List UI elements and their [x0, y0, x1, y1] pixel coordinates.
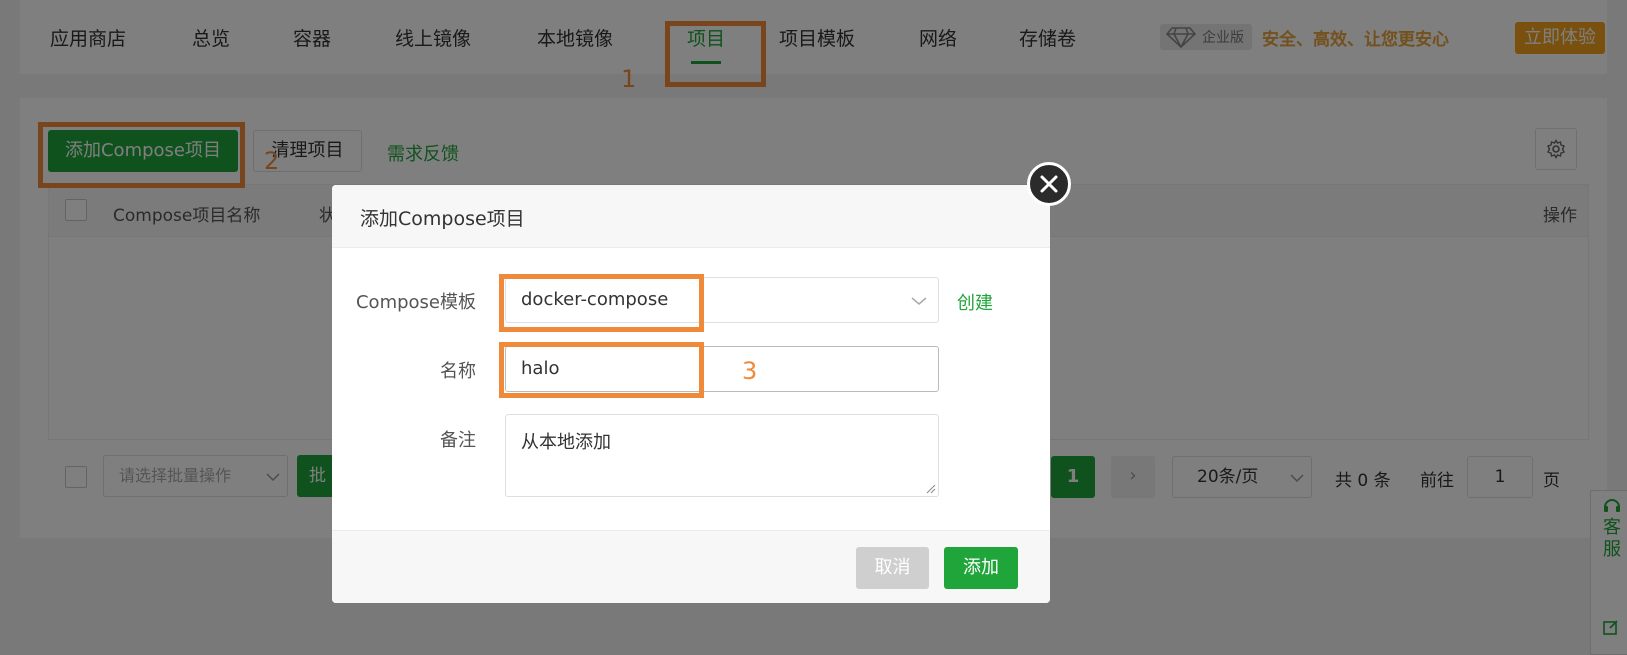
dialog-footer: [332, 530, 1050, 603]
remark-textarea[interactable]: 从本地添加: [505, 414, 939, 497]
template-label: Compose模板: [355, 292, 476, 313]
annotation-number-3: 3: [742, 357, 758, 385]
chevron-down-icon: [911, 297, 927, 305]
close-icon: [1040, 175, 1058, 193]
dialog-title: 添加Compose项目: [360, 208, 525, 230]
cancel-button[interactable]: 取消: [856, 547, 929, 589]
dialog-close-button[interactable]: [1027, 162, 1071, 206]
add-compose-dialog: 添加Compose项目 Compose模板 docker-compose 创建 …: [332, 185, 1050, 603]
remark-label: 备注: [440, 430, 476, 451]
annotation-box-template: [499, 274, 704, 332]
add-button[interactable]: 添加: [944, 547, 1018, 589]
resize-handle-icon[interactable]: [926, 484, 936, 494]
create-template-link[interactable]: 创建: [957, 289, 993, 315]
dialog-header: 添加Compose项目: [332, 185, 1050, 248]
annotation-box-name: [499, 342, 704, 398]
name-label: 名称: [440, 361, 476, 382]
